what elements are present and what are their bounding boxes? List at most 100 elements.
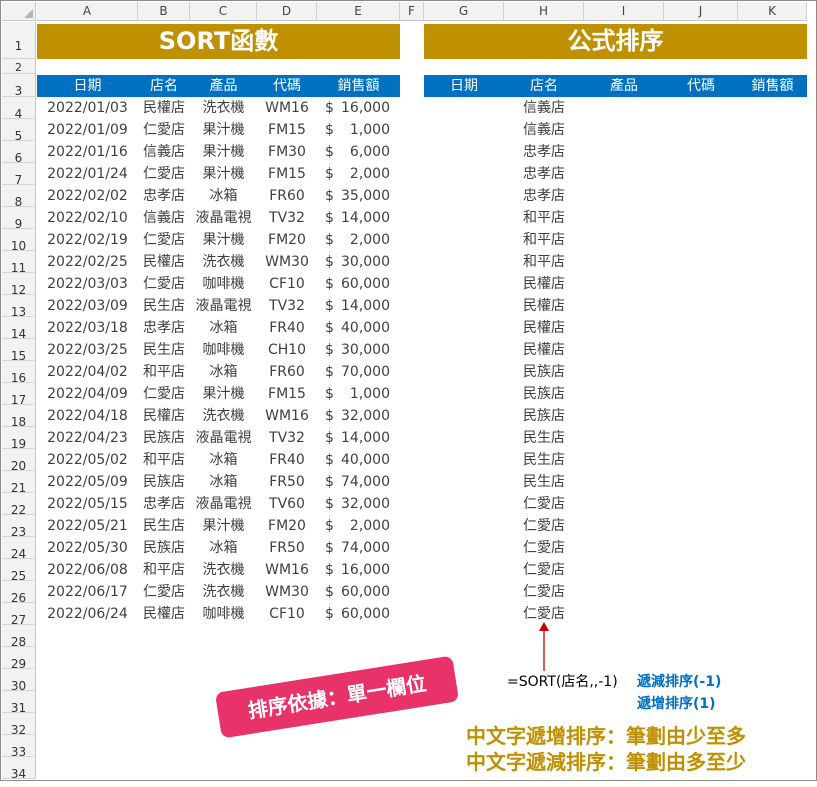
row-header-23[interactable]: 23	[2, 515, 36, 539]
store-cell[interactable]: 民權店	[138, 405, 190, 427]
sorted-store-cell[interactable]: 仁愛店	[504, 559, 584, 581]
column-header-g[interactable]: G	[424, 2, 504, 21]
store-cell[interactable]: 信義店	[138, 207, 190, 229]
product-cell[interactable]: 果汁機	[190, 515, 257, 537]
store-cell[interactable]: 仁愛店	[138, 273, 190, 295]
sorted-store-cell[interactable]: 忠孝店	[504, 163, 584, 185]
amount-cell[interactable]: 1,000	[337, 119, 390, 141]
code-cell[interactable]: TV60	[257, 493, 317, 515]
row-header-2[interactable]: 2	[2, 59, 36, 74]
amount-cell[interactable]: 74,000	[337, 537, 390, 559]
sorted-store-cell[interactable]: 和平店	[504, 251, 584, 273]
amount-cell[interactable]: 2,000	[337, 515, 390, 537]
sorted-store-cell[interactable]: 民族店	[504, 383, 584, 405]
code-cell[interactable]: FR50	[257, 471, 317, 493]
product-cell[interactable]: 洗衣機	[190, 97, 257, 119]
code-cell[interactable]: TV32	[257, 427, 317, 449]
store-cell[interactable]: 民族店	[138, 537, 190, 559]
column-header-e[interactable]: E	[317, 2, 400, 21]
row-header-6[interactable]: 6	[2, 141, 36, 165]
date-cell[interactable]: 2022/02/02	[37, 185, 138, 207]
date-cell[interactable]: 2022/03/03	[37, 273, 138, 295]
store-cell[interactable]: 民權店	[138, 251, 190, 273]
row-header-3[interactable]: 3	[2, 74, 36, 98]
row-header-15[interactable]: 15	[2, 339, 36, 363]
product-cell[interactable]: 冰箱	[190, 317, 257, 339]
row-header-9[interactable]: 9	[2, 207, 36, 231]
row-header-27[interactable]: 27	[2, 603, 36, 627]
sorted-store-cell[interactable]: 忠孝店	[504, 141, 584, 163]
product-cell[interactable]: 液晶電視	[190, 427, 257, 449]
store-cell[interactable]: 民生店	[138, 515, 190, 537]
store-cell[interactable]: 忠孝店	[138, 185, 190, 207]
code-cell[interactable]: FR40	[257, 317, 317, 339]
column-header-i[interactable]: I	[584, 2, 664, 21]
row-header-32[interactable]: 32	[2, 713, 36, 737]
sorted-store-cell[interactable]: 民權店	[504, 339, 584, 361]
row-header-33[interactable]: 33	[2, 735, 36, 759]
store-cell[interactable]: 信義店	[138, 141, 190, 163]
date-cell[interactable]: 2022/02/25	[37, 251, 138, 273]
code-cell[interactable]: TV32	[257, 295, 317, 317]
code-cell[interactable]: CF10	[257, 603, 317, 625]
date-cell[interactable]: 2022/01/09	[37, 119, 138, 141]
column-header-c[interactable]: C	[190, 2, 257, 21]
amount-cell[interactable]: 16,000	[337, 559, 390, 581]
store-cell[interactable]: 民族店	[138, 471, 190, 493]
row-header-31[interactable]: 31	[2, 691, 36, 715]
amount-cell[interactable]: 32,000	[337, 493, 390, 515]
amount-cell[interactable]: 16,000	[337, 97, 390, 119]
store-cell[interactable]: 仁愛店	[138, 119, 190, 141]
row-header-7[interactable]: 7	[2, 163, 36, 187]
date-cell[interactable]: 2022/05/09	[37, 471, 138, 493]
product-cell[interactable]: 洗衣機	[190, 559, 257, 581]
row-header-14[interactable]: 14	[2, 317, 36, 341]
product-cell[interactable]: 液晶電視	[190, 207, 257, 229]
code-cell[interactable]: FM20	[257, 229, 317, 251]
date-cell[interactable]: 2022/02/10	[37, 207, 138, 229]
amount-cell[interactable]: 6,000	[337, 141, 390, 163]
sorted-store-cell[interactable]: 民生店	[504, 427, 584, 449]
store-cell[interactable]: 民權店	[138, 97, 190, 119]
code-cell[interactable]: FM20	[257, 515, 317, 537]
sorted-store-cell[interactable]: 民族店	[504, 405, 584, 427]
product-cell[interactable]: 液晶電視	[190, 295, 257, 317]
sorted-store-cell[interactable]: 民權店	[504, 273, 584, 295]
row-header-10[interactable]: 10	[2, 229, 36, 253]
amount-cell[interactable]: 40,000	[337, 317, 390, 339]
amount-cell[interactable]: 14,000	[337, 427, 390, 449]
sorted-store-cell[interactable]: 民權店	[504, 317, 584, 339]
amount-cell[interactable]: 30,000	[337, 339, 390, 361]
sorted-store-cell[interactable]: 仁愛店	[504, 537, 584, 559]
column-header-d[interactable]: D	[257, 2, 317, 21]
store-cell[interactable]: 和平店	[138, 449, 190, 471]
date-cell[interactable]: 2022/03/18	[37, 317, 138, 339]
sorted-store-cell[interactable]: 仁愛店	[504, 493, 584, 515]
column-header-j[interactable]: J	[664, 2, 738, 21]
amount-cell[interactable]: 14,000	[337, 295, 390, 317]
amount-cell[interactable]: 40,000	[337, 449, 390, 471]
sorted-store-cell[interactable]: 和平店	[504, 229, 584, 251]
product-cell[interactable]: 果汁機	[190, 119, 257, 141]
code-cell[interactable]: WM16	[257, 405, 317, 427]
row-header-20[interactable]: 20	[2, 449, 36, 473]
sorted-store-cell[interactable]: 民生店	[504, 449, 584, 471]
sorted-store-cell[interactable]: 和平店	[504, 207, 584, 229]
store-cell[interactable]: 仁愛店	[138, 383, 190, 405]
sorted-store-cell[interactable]: 信義店	[504, 119, 584, 141]
code-cell[interactable]: FR50	[257, 537, 317, 559]
row-header-30[interactable]: 30	[2, 669, 36, 693]
store-cell[interactable]: 民族店	[138, 427, 190, 449]
code-cell[interactable]: WM16	[257, 97, 317, 119]
row-header-11[interactable]: 11	[2, 251, 36, 275]
store-cell[interactable]: 和平店	[138, 361, 190, 383]
amount-cell[interactable]: 1,000	[337, 383, 390, 405]
product-cell[interactable]: 果汁機	[190, 163, 257, 185]
product-cell[interactable]: 洗衣機	[190, 405, 257, 427]
product-cell[interactable]: 液晶電視	[190, 493, 257, 515]
store-cell[interactable]: 民生店	[138, 339, 190, 361]
row-header-34[interactable]: 34	[2, 757, 36, 781]
date-cell[interactable]: 2022/03/25	[37, 339, 138, 361]
code-cell[interactable]: WM30	[257, 581, 317, 603]
date-cell[interactable]: 2022/05/21	[37, 515, 138, 537]
